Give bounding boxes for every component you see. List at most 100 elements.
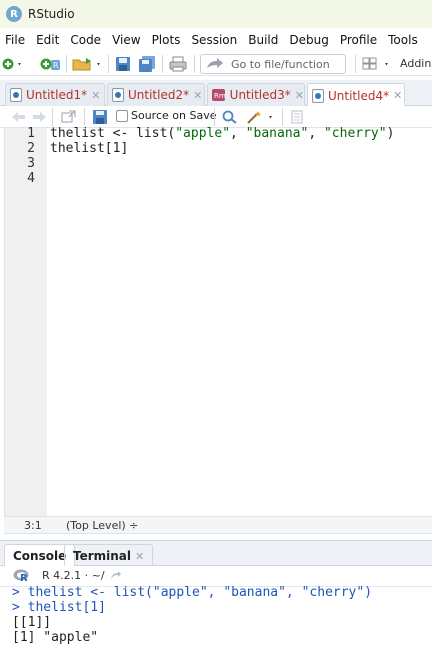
grid-icon	[362, 57, 388, 70]
title-bar: R RStudio	[0, 0, 432, 28]
new-file-icon	[2, 58, 21, 70]
r-script-icon	[10, 88, 22, 102]
svg-text:Rmd: Rmd	[214, 92, 226, 100]
window-title: RStudio	[28, 7, 75, 21]
menu-profile[interactable]: Profile	[335, 33, 383, 47]
r-script-icon	[112, 88, 124, 102]
save-button[interactable]	[114, 56, 132, 72]
new-file-button[interactable]	[2, 56, 24, 72]
menu-view[interactable]: View	[107, 33, 146, 47]
show-in-window-button[interactable]	[60, 109, 78, 125]
open-folder-icon	[72, 58, 100, 71]
toolbar-separator	[282, 108, 283, 126]
main-toolbar: R Go to file/function Addins	[0, 52, 432, 76]
open-file-button[interactable]	[72, 56, 104, 72]
addins-menu[interactable]: Addins	[400, 57, 432, 70]
tab-console-label: Console	[13, 549, 67, 563]
menu-bar: File Edit Code View Plots Session Build …	[0, 28, 432, 52]
tab-untitled1[interactable]: Untitled1* ✕	[5, 83, 105, 106]
close-icon[interactable]: ✕	[135, 550, 144, 563]
line-number: 4	[27, 171, 35, 186]
toolbar-separator	[194, 55, 195, 73]
svg-text:R: R	[20, 573, 28, 582]
scope-selector[interactable]: (Top Level) ÷	[66, 519, 138, 532]
go-to-directory-icon[interactable]	[110, 570, 122, 581]
r-logo-icon: R	[13, 569, 29, 582]
close-icon[interactable]: ✕	[393, 89, 402, 102]
svg-text:R: R	[53, 61, 59, 70]
back-forward-arrows-icon	[12, 112, 46, 122]
tab-label: Untitled2*	[128, 88, 190, 102]
close-icon[interactable]: ✕	[295, 89, 304, 102]
save-icon	[93, 110, 107, 124]
tab-terminal-label: Terminal	[73, 549, 132, 563]
toolbar-separator	[355, 55, 356, 73]
print-icon	[169, 56, 187, 72]
toolbar-separator	[108, 55, 109, 73]
r-script-icon	[312, 88, 324, 103]
goto-file-input[interactable]: Go to file/function	[200, 54, 346, 74]
console-input-line: > thelist <- list("apple", "banana", "ch…	[12, 585, 373, 600]
toolbar-separator	[66, 55, 67, 73]
document-outline-icon	[291, 110, 303, 124]
new-project-icon: R	[40, 58, 60, 70]
tab-untitled3[interactable]: Rmd Untitled3* ✕	[207, 83, 305, 106]
tab-untitled4[interactable]: Untitled4* ✕	[307, 83, 405, 107]
console-output[interactable]: > thelist <- list("apple", "banana", "ch…	[0, 585, 432, 657]
tab-label: Untitled1*	[26, 88, 88, 102]
tab-terminal[interactable]: Terminal ✕	[64, 544, 154, 567]
compile-report-button[interactable]	[290, 109, 304, 125]
line-number-gutter: 1 2 3 4	[5, 126, 47, 516]
line-number: 1	[27, 126, 35, 141]
source-on-save-checkbox[interactable]	[116, 110, 128, 122]
r-version-label: R 4.2.1 · ~/	[42, 569, 105, 582]
line-number: 2	[27, 141, 35, 156]
menu-tools[interactable]: Tools	[383, 33, 424, 47]
editor-save-button[interactable]	[92, 109, 108, 125]
arrow-right-icon	[207, 58, 223, 68]
workspace-panes-button[interactable]	[362, 56, 394, 72]
find-replace-button[interactable]	[222, 109, 238, 125]
toolbar-separator	[84, 108, 85, 126]
menu-session[interactable]: Session	[186, 33, 243, 47]
editor-tab-bar: Untitled1* ✕ Untitled2* ✕ Rmd Untitled3*…	[0, 80, 432, 107]
tab-label: Untitled3*	[229, 88, 291, 102]
save-icon	[116, 57, 130, 71]
close-icon[interactable]: ✕	[91, 89, 100, 102]
print-button[interactable]	[168, 56, 188, 72]
magic-wand-icon	[247, 111, 272, 124]
markdown-file-icon: Rmd	[212, 89, 226, 101]
search-icon	[222, 110, 237, 124]
toolbar-separator	[214, 108, 215, 126]
save-all-icon	[139, 56, 155, 72]
editor-status-bar: 3:1 (Top Level) ÷	[4, 516, 432, 534]
code-line: thelist <- list("apple", "banana", "cher…	[50, 126, 395, 141]
menu-code[interactable]: Code	[65, 33, 107, 47]
console-output-line: [1] "apple"	[12, 630, 99, 645]
close-icon[interactable]: ✕	[193, 89, 202, 102]
popout-icon	[61, 110, 76, 123]
editor-toolbar: Source on Save	[0, 106, 432, 128]
menu-edit[interactable]: Edit	[31, 33, 65, 47]
console-input-line: > thelist[1]	[12, 600, 106, 615]
cursor-position: 3:1	[24, 519, 42, 532]
line-number: 3	[27, 156, 35, 171]
new-project-button[interactable]: R	[40, 56, 62, 72]
code-line: thelist[1]	[50, 141, 129, 156]
toolbar-separator	[52, 108, 53, 126]
rstudio-logo-icon: R	[6, 6, 22, 22]
menu-plots[interactable]: Plots	[147, 33, 187, 47]
source-on-save-label: Source on Save	[131, 109, 217, 122]
menu-build[interactable]: Build	[243, 33, 284, 47]
nav-back-forward-buttons[interactable]	[10, 109, 48, 125]
code-editor[interactable]: 1 2 3 4 thelist <- list("apple", "banana…	[4, 126, 432, 516]
toolbar-separator	[162, 55, 163, 73]
menu-debug[interactable]: Debug	[284, 33, 334, 47]
console-output-line: [[1]]	[12, 615, 52, 630]
save-all-button[interactable]	[138, 56, 156, 72]
tab-untitled2[interactable]: Untitled2* ✕	[107, 83, 205, 106]
code-tools-button[interactable]	[246, 109, 276, 125]
console-header: R R 4.2.1 · ~/	[0, 566, 432, 586]
tab-label: Untitled4*	[328, 88, 390, 103]
menu-file[interactable]: File	[0, 33, 31, 47]
